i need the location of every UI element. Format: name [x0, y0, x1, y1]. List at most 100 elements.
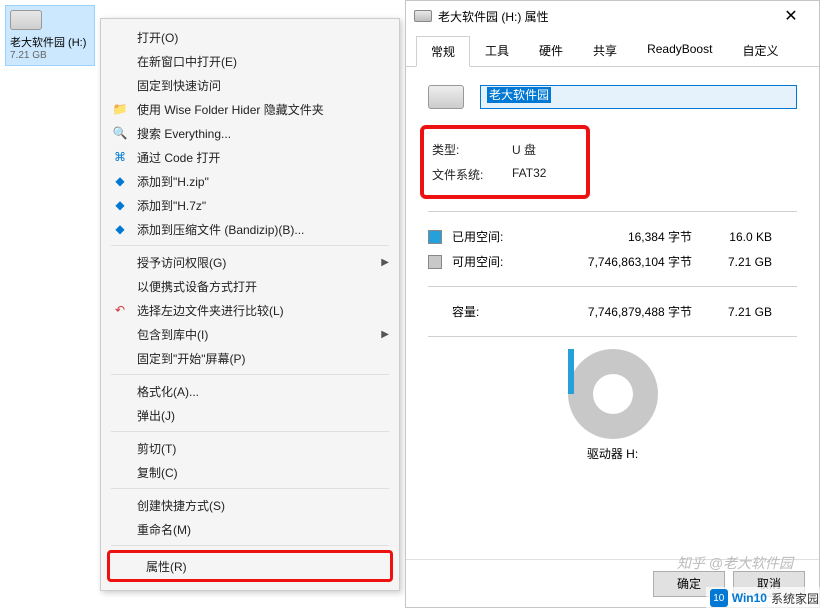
menu-item-label: 创建快捷方式(S): [137, 497, 389, 514]
menu-item-label: 属性(R): [146, 558, 380, 575]
divider: [428, 286, 797, 287]
tab-共享[interactable]: 共享: [578, 35, 632, 66]
menu-item-label: 添加到"H.7z": [137, 197, 389, 214]
menu-item-icon-empty: [111, 497, 129, 513]
tab-常规[interactable]: 常规: [416, 36, 470, 67]
menu-item[interactable]: 📁 使用 Wise Folder Hider 隐藏文件夹: [101, 97, 399, 121]
menu-item-icon: ◆: [111, 221, 129, 237]
menu-item[interactable]: 剪切(T): [101, 436, 399, 460]
menu-item[interactable]: ⌘ 通过 Code 打开: [101, 145, 399, 169]
menu-separator: [111, 374, 389, 375]
divider: [428, 211, 797, 212]
menu-item-icon-empty: [111, 254, 129, 270]
free-label: 可用空间:: [452, 253, 542, 270]
menu-item-icon-empty: [111, 407, 129, 423]
tab-ReadyBoost[interactable]: ReadyBoost: [632, 35, 727, 66]
menu-item[interactable]: ◆ 添加到压缩文件 (Bandizip)(B)...: [101, 217, 399, 241]
menu-separator: [111, 545, 389, 546]
menu-item[interactable]: 授予访问权限(G)▶: [101, 250, 399, 274]
menu-item-label: 包含到库中(I): [137, 326, 381, 343]
menu-item-label: 重命名(M): [137, 521, 389, 538]
menu-item-icon-empty: [111, 278, 129, 294]
context-menu: 打开(O) 在新窗口中打开(E) 固定到快速访问 📁 使用 Wise Folder Hi…: [100, 18, 400, 591]
menu-item-highlighted: 属性(R): [107, 550, 393, 582]
menu-item-label: 以便携式设备方式打开: [137, 278, 389, 295]
menu-item-label: 固定到"开始"屏幕(P): [137, 350, 389, 367]
dialog-tabs: 常规工具硬件共享ReadyBoost自定义: [406, 31, 819, 67]
menu-item-icon: ⌘: [111, 149, 129, 165]
win10-badge-icon: 10: [710, 589, 728, 607]
menu-item-label: 搜索 Everything...: [137, 125, 389, 142]
menu-item-label: 剪切(T): [137, 440, 389, 457]
menu-item-icon-empty: [111, 29, 129, 45]
fs-value: FAT32: [512, 166, 546, 183]
menu-item[interactable]: 包含到库中(I)▶: [101, 322, 399, 346]
menu-item-icon: 🔍: [111, 125, 129, 141]
menu-item-icon-empty: [111, 326, 129, 342]
drive-icon: [10, 10, 42, 30]
drive-name-input[interactable]: 老大软件园: [480, 85, 797, 109]
close-button[interactable]: ✕: [771, 6, 811, 26]
menu-item[interactable]: ◆ 添加到"H.zip": [101, 169, 399, 193]
drive-tile-label: 老大软件园 (H:): [10, 34, 90, 50]
tab-自定义[interactable]: 自定义: [727, 35, 793, 66]
total-human: 7.21 GB: [692, 305, 772, 319]
chevron-right-icon: ▶: [381, 329, 389, 340]
menu-item-label: 使用 Wise Folder Hider 隐藏文件夹: [137, 101, 389, 118]
dialog-body: 老大软件园 类型:U 盘 文件系统:FAT32 已用空间: 16,384 字节 …: [406, 67, 819, 559]
menu-item-icon-empty: [111, 350, 129, 366]
free-bytes: 7,746,863,104 字节: [542, 253, 692, 270]
menu-item[interactable]: 打开(O): [101, 25, 399, 49]
menu-item[interactable]: 在新窗口中打开(E): [101, 49, 399, 73]
total-label: 容量:: [452, 303, 542, 320]
menu-item[interactable]: 格式化(A)...: [101, 379, 399, 403]
menu-item-icon-empty: [120, 558, 138, 574]
menu-item-icon: ↶: [111, 302, 129, 318]
menu-item-label: 添加到压缩文件 (Bandizip)(B)...: [137, 221, 389, 238]
menu-item[interactable]: 复制(C): [101, 460, 399, 484]
divider: [428, 336, 797, 337]
menu-item-properties[interactable]: 属性(R): [110, 553, 390, 579]
menu-item-label: 添加到"H.zip": [137, 173, 389, 190]
menu-item[interactable]: ◆ 添加到"H.7z": [101, 193, 399, 217]
tab-工具[interactable]: 工具: [470, 35, 524, 66]
drive-letter: 驱动器 H:: [428, 445, 797, 462]
menu-item[interactable]: 以便携式设备方式打开: [101, 274, 399, 298]
menu-item[interactable]: 固定到快速访问: [101, 73, 399, 97]
menu-item-icon-empty: [111, 53, 129, 69]
menu-item-icon: 📁: [111, 101, 129, 117]
used-human: 16.0 KB: [692, 230, 772, 244]
dialog-titlebar: 老大软件园 (H:) 属性 ✕: [406, 1, 819, 31]
used-label: 已用空间:: [452, 228, 542, 245]
drive-tile[interactable]: 老大软件园 (H:) 7.21 GB: [5, 5, 95, 66]
type-label: 类型:: [432, 141, 512, 158]
menu-item[interactable]: 创建快捷方式(S): [101, 493, 399, 517]
menu-item-label: 弹出(J): [137, 407, 389, 424]
menu-item-label: 通过 Code 打开: [137, 149, 389, 166]
menu-item-label: 固定到快速访问: [137, 77, 389, 94]
menu-item-label: 格式化(A)...: [137, 383, 389, 400]
menu-item-icon: ◆: [111, 197, 129, 213]
menu-item-label: 在新窗口中打开(E): [137, 53, 389, 70]
used-swatch: [428, 230, 442, 244]
menu-item[interactable]: 固定到"开始"屏幕(P): [101, 346, 399, 370]
drive-tile-capacity: 7.21 GB: [10, 50, 90, 61]
used-bytes: 16,384 字节: [542, 228, 692, 245]
menu-item-icon-empty: [111, 383, 129, 399]
menu-item-icon-empty: [111, 521, 129, 537]
menu-item-icon: ◆: [111, 173, 129, 189]
menu-item[interactable]: 🔍 搜索 Everything...: [101, 121, 399, 145]
menu-item-icon-empty: [111, 440, 129, 456]
menu-item[interactable]: ↶ 选择左边文件夹进行比较(L): [101, 298, 399, 322]
total-bytes: 7,746,879,488 字节: [542, 303, 692, 320]
drive-icon: [414, 10, 432, 22]
free-human: 7.21 GB: [692, 255, 772, 269]
menu-separator: [111, 488, 389, 489]
properties-dialog: 老大软件园 (H:) 属性 ✕ 常规工具硬件共享ReadyBoost自定义 老大…: [405, 0, 820, 608]
menu-item-label: 选择左边文件夹进行比较(L): [137, 302, 389, 319]
menu-item[interactable]: 重命名(M): [101, 517, 399, 541]
menu-item[interactable]: 弹出(J): [101, 403, 399, 427]
highlight-type-fs: 类型:U 盘 文件系统:FAT32: [420, 125, 590, 199]
menu-item-label: 打开(O): [137, 29, 389, 46]
tab-硬件[interactable]: 硬件: [524, 35, 578, 66]
